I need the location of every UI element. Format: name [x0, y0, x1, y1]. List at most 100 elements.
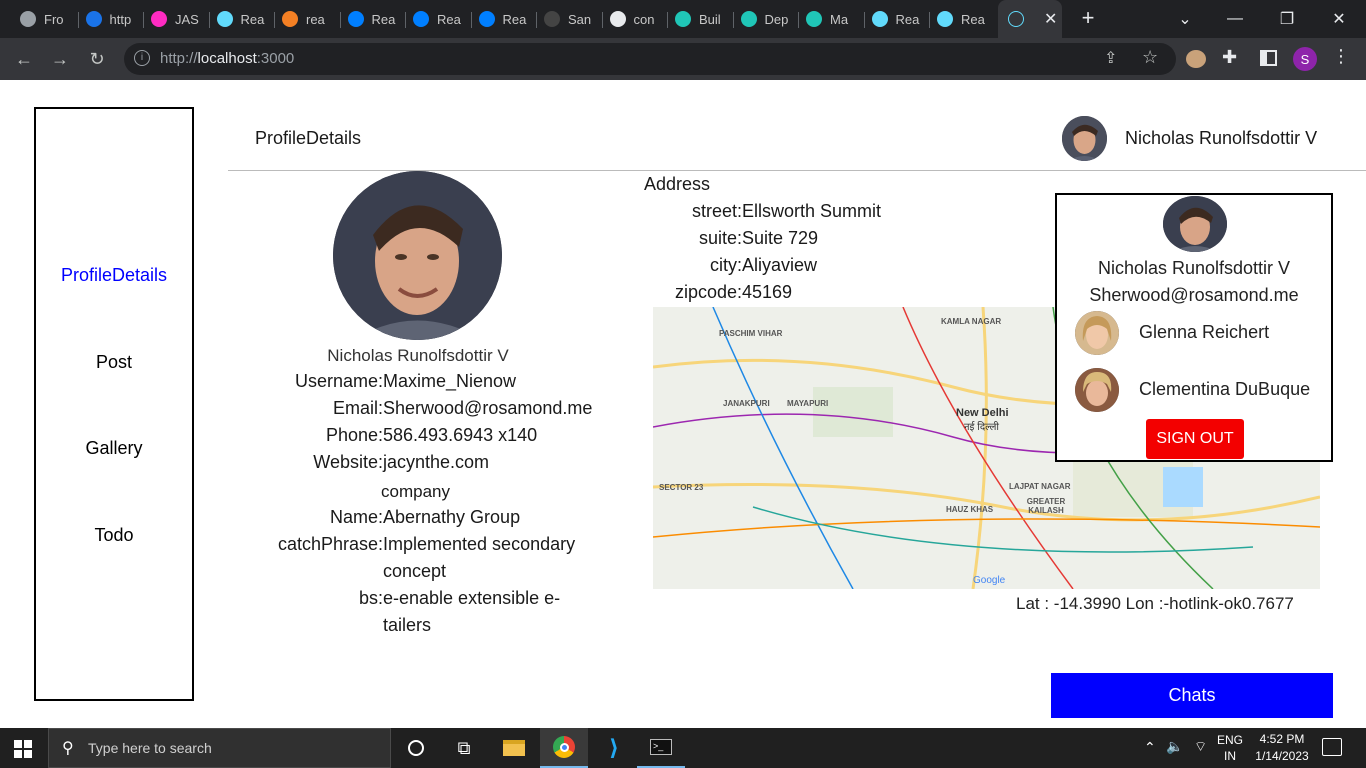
tab-separator	[77, 12, 79, 28]
tab-label: Ma	[830, 11, 849, 27]
menu-kebab-icon[interactable]: ⋮	[1332, 46, 1350, 67]
restore-icon[interactable]: ❐	[1272, 6, 1302, 32]
netlify-icon	[806, 11, 822, 27]
tab-12[interactable]: Ma	[806, 7, 856, 31]
github-icon	[609, 11, 626, 27]
netlify-icon	[675, 11, 691, 27]
tab-6[interactable]: Rea	[413, 7, 463, 31]
page: ProfileDetails Post Gallery Todo Profile…	[0, 80, 1366, 728]
user-name: Glenna Reichert	[1139, 322, 1270, 342]
tab-1[interactable]: http	[85, 7, 136, 31]
header-user-name[interactable]: Nicholas Runolfsdottir V	[1125, 128, 1317, 149]
tab-label: Rea	[895, 11, 920, 27]
chrome-icon[interactable]	[540, 728, 588, 768]
reload-icon[interactable]: ↻	[85, 47, 109, 71]
language-indicator[interactable]: ENG IN	[1216, 733, 1244, 763]
tab-0[interactable]: Fro	[20, 7, 70, 31]
tab-separator	[667, 12, 668, 28]
bookmark-star-icon[interactable]: ☆	[1142, 47, 1158, 68]
tab-separator	[929, 12, 930, 28]
tab-label: con	[633, 11, 655, 27]
task-view-icon[interactable]: ⧉	[440, 728, 488, 768]
puzzle-icon[interactable]: ✚	[1222, 47, 1237, 68]
sidebar-item-post[interactable]: Post	[36, 352, 192, 373]
header-avatar[interactable]	[1062, 116, 1107, 161]
catchphrase-value: Implemented secondary	[383, 534, 576, 554]
sidepanel-icon[interactable]	[1260, 50, 1277, 66]
loading-icon	[85, 11, 102, 27]
tab-search-icon[interactable]: ⌄	[1170, 6, 1200, 32]
browser-chrome: Fro http JAS Rea rea Rea Rea Rea San con Buil Dep Ma…	[0, 0, 1366, 80]
popup-user-item[interactable]: Clementina DuBuque	[1075, 368, 1335, 414]
close-window-icon[interactable]: ✕	[1324, 6, 1354, 32]
new-tab-button[interactable]: +	[1076, 5, 1100, 30]
map-label: New Delhi	[956, 407, 1009, 419]
tab-strip: Fro http JAS Rea rea Rea Rea Rea San con Buil Dep Ma…	[0, 0, 1366, 38]
tab-separator	[274, 12, 275, 28]
cortana-icon[interactable]	[392, 728, 440, 768]
tab-11[interactable]: Dep	[740, 7, 791, 31]
clock[interactable]: 4:52 PM 1/14/2023	[1252, 732, 1312, 763]
file-explorer-icon[interactable]	[490, 728, 538, 768]
minimize-icon[interactable]: —	[1220, 6, 1250, 32]
react-icon	[216, 11, 233, 27]
street-value: Ellsworth Summit	[742, 201, 882, 221]
tab-label: Rea	[371, 11, 396, 27]
search-icon: ⚲	[62, 740, 74, 757]
map-label: KAMLA NAGAR	[941, 317, 1002, 326]
terminal-icon[interactable]: >_	[637, 728, 685, 768]
forward-icon[interactable]: →	[48, 47, 72, 71]
volume-icon[interactable]: 🔈	[1166, 739, 1183, 753]
map-label: MAYAPURI	[787, 399, 829, 408]
tab-7[interactable]: Rea	[478, 7, 529, 31]
popup-user-item[interactable]: Glenna Reichert	[1075, 311, 1335, 357]
extension-icon[interactable]	[1186, 50, 1206, 68]
network-icon[interactable]: ⌔	[1194, 739, 1207, 753]
notification-icon[interactable]	[1322, 738, 1342, 756]
tab-8[interactable]: San	[544, 7, 594, 31]
codesandbox-icon	[544, 11, 560, 27]
react-icon	[937, 11, 953, 27]
suite-value: Suite 729	[742, 228, 819, 248]
back-icon[interactable]: ←	[12, 47, 36, 71]
tab-10[interactable]: Buil	[675, 7, 725, 31]
tray-chevron-icon[interactable]: ⌃	[1144, 740, 1156, 754]
tab-13[interactable]: Rea	[871, 7, 922, 31]
tab-label: Dep	[764, 11, 789, 27]
user-avatar	[1075, 368, 1119, 412]
tab-9[interactable]: con	[609, 7, 660, 31]
profile-avatar[interactable]: S	[1293, 47, 1317, 71]
popup-user-name: Nicholas Runolfsdottir V	[1097, 258, 1291, 278]
tab-separator	[536, 12, 537, 28]
zipcode-value: 45169	[742, 282, 793, 302]
vscode-icon[interactable]: ⟩	[590, 728, 638, 768]
bs-value-line2: tailers	[383, 615, 432, 635]
tab-close-icon[interactable]: ✕	[1044, 9, 1057, 29]
taskbar-search-placeholder: Type here to search	[88, 740, 212, 756]
google-logo: Google	[973, 575, 1006, 586]
tab-14[interactable]: Rea	[937, 7, 987, 31]
tab-4[interactable]: rea	[282, 7, 332, 31]
tab-active[interactable]: ✕	[998, 0, 1062, 38]
sidebar-item-todo[interactable]: Todo	[36, 525, 192, 546]
chats-button[interactable]: Chats	[1051, 673, 1333, 718]
signout-button[interactable]: SIGN OUT	[1146, 419, 1244, 459]
tab-2[interactable]: JAS	[151, 7, 201, 31]
info-icon[interactable]: i	[134, 50, 150, 66]
netlify-error-icon	[740, 11, 757, 27]
react-icon	[871, 11, 888, 27]
email-value: Sherwood@rosamond.me	[383, 398, 593, 418]
address-title: Address	[644, 174, 711, 194]
windows-start-icon[interactable]	[14, 740, 32, 758]
tab-5[interactable]: Rea	[347, 7, 398, 31]
share-icon[interactable]: ⇪	[1104, 48, 1117, 68]
map-label: नई दिल्ली	[964, 422, 1000, 433]
tab-separator	[863, 12, 865, 28]
tab-3[interactable]: Rea	[216, 7, 267, 31]
popup-user-email: Sherwood@rosamond.me	[1089, 285, 1299, 305]
sidebar: ProfileDetails Post Gallery Todo	[34, 107, 194, 701]
header-divider	[228, 170, 1366, 171]
sidebar-item-gallery[interactable]: Gallery	[36, 438, 192, 459]
company-name-value: Abernathy Group	[383, 507, 521, 527]
sidebar-item-profiledetails[interactable]: ProfileDetails	[36, 265, 192, 286]
